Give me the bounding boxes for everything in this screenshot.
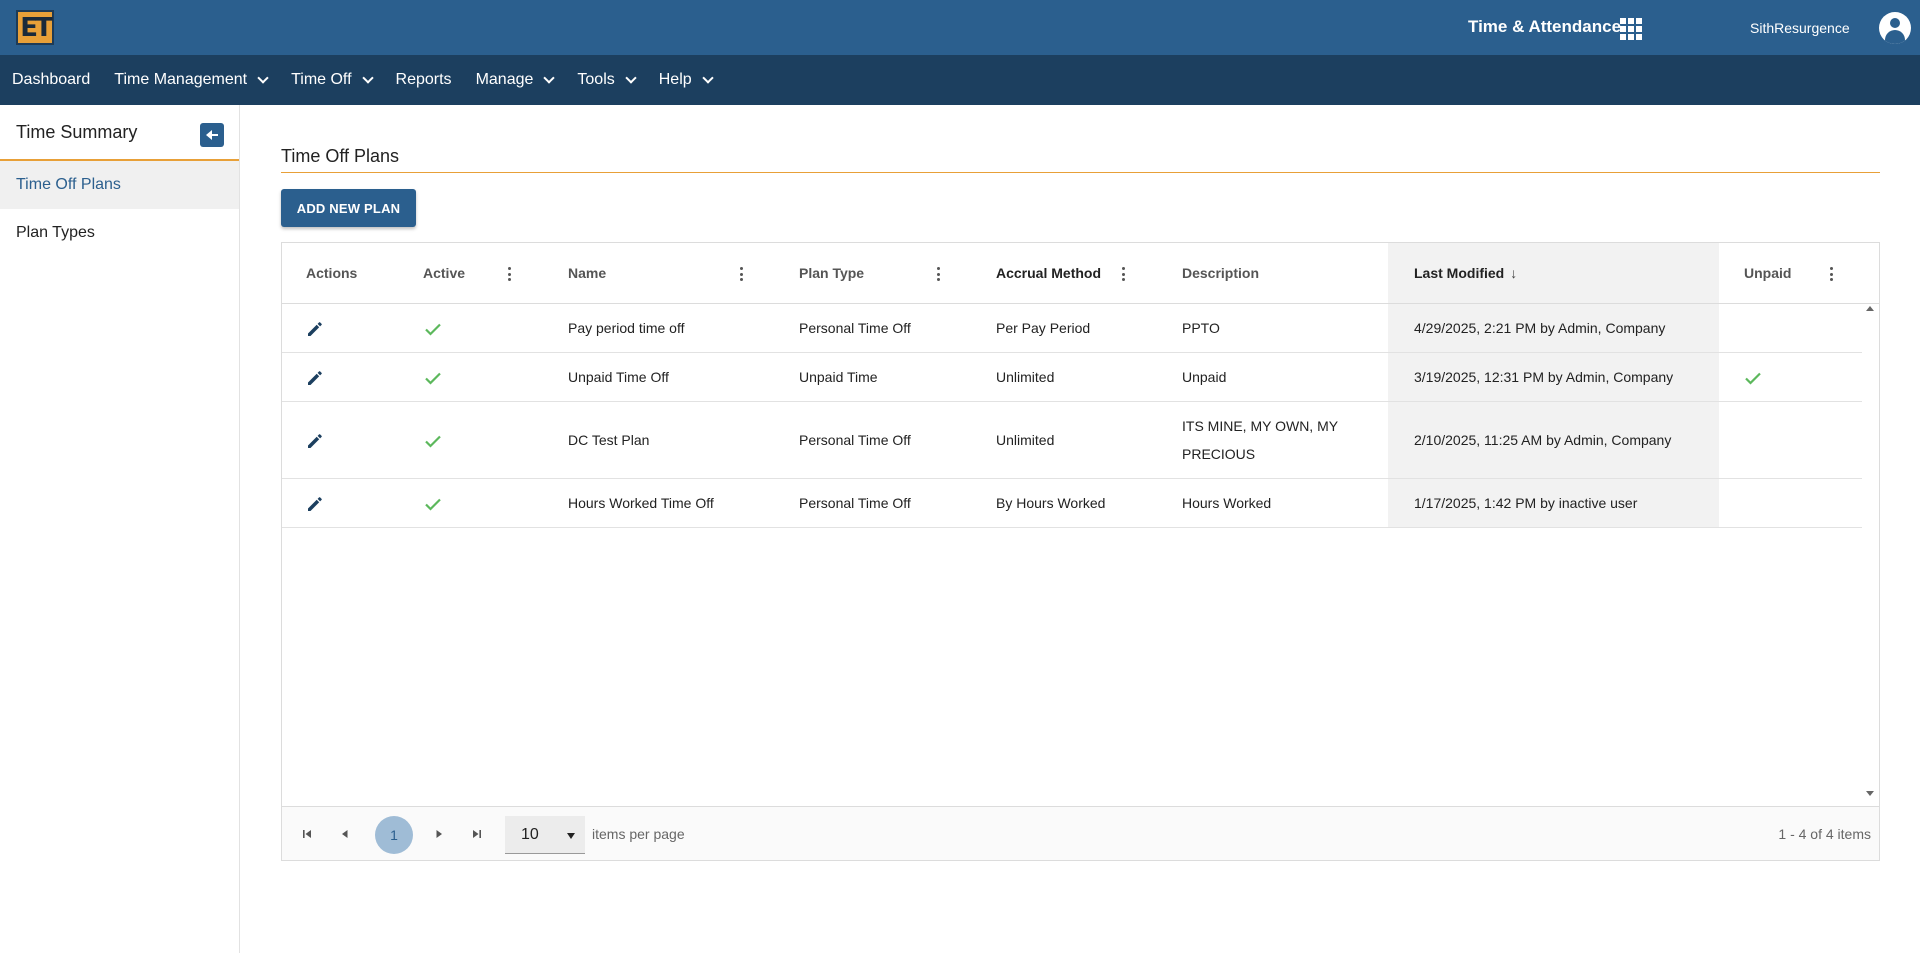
dropdown-caret-icon	[567, 833, 575, 839]
title-divider	[281, 172, 1880, 173]
cell-plan-type: Personal Time Off	[799, 432, 911, 448]
plans-grid: Actions Active Name Plan Type Accrual Me…	[281, 242, 1880, 861]
column-header-accrual-method[interactable]: Accrual Method	[996, 243, 1101, 303]
column-menu-unpaid-icon[interactable]	[1830, 267, 1834, 281]
cell-name: Unpaid Time Off	[568, 369, 669, 385]
sidebar-item-plan-types[interactable]: Plan Types	[0, 209, 239, 257]
active-check-icon	[423, 494, 443, 514]
username-label[interactable]: SithResurgence	[1750, 20, 1850, 36]
cell-accrual-method: Unlimited	[996, 432, 1055, 448]
cell-plan-type: Personal Time Off	[799, 320, 911, 336]
page-size-select[interactable]: 10	[505, 816, 585, 854]
active-check-icon	[423, 431, 443, 451]
nav-item-label: Dashboard	[12, 71, 91, 88]
nav-item-label: Time Management	[114, 71, 248, 88]
column-menu-plan-type-icon[interactable]	[937, 267, 941, 281]
cell-name: DC Test Plan	[568, 432, 650, 448]
cell-description: Unpaid	[1182, 369, 1227, 385]
scroll-down-icon[interactable]	[1866, 791, 1874, 796]
app-logo[interactable]: ET	[16, 10, 54, 45]
nav-item-tools[interactable]: Tools	[577, 71, 637, 89]
column-header-unpaid[interactable]: Unpaid	[1744, 243, 1791, 303]
cell-plan-type: Unpaid Time	[799, 369, 878, 385]
edit-pencil-icon[interactable]	[305, 368, 325, 388]
table-row: Unpaid Time Off Unpaid Time Unlimited Unpai…	[282, 353, 1862, 402]
cell-plan-type: Personal Time Off	[799, 495, 911, 511]
column-menu-active-icon[interactable]	[508, 267, 512, 281]
column-header-last-modified[interactable]: Last Modified ↓	[1414, 243, 1517, 303]
nav-item-label: Time Off	[291, 71, 352, 88]
cell-last-modified: 1/17/2025, 1:42 PM by inactive user	[1414, 495, 1638, 511]
column-menu-name-icon[interactable]	[740, 267, 744, 281]
nav-item-label: Tools	[577, 71, 615, 88]
edit-pencil-icon[interactable]	[305, 494, 325, 514]
column-menu-accrual-icon[interactable]	[1122, 267, 1126, 281]
pager-info: 1 - 4 of 4 items	[1778, 826, 1871, 842]
collapse-sidebar-button[interactable]	[200, 123, 224, 147]
add-new-plan-button[interactable]: ADD NEW PLAN	[281, 189, 416, 227]
cell-name: Pay period time off	[568, 320, 685, 336]
last-page-icon[interactable]	[470, 827, 484, 841]
cell-accrual-method: Per Pay Period	[996, 320, 1091, 336]
cell-name: Hours Worked Time Off	[568, 495, 714, 511]
page-size-value: 10	[521, 825, 539, 843]
chevron-down-icon	[361, 71, 374, 84]
cell-accrual-method: By Hours Worked	[996, 495, 1106, 511]
sidebar-title: Time Summary	[16, 121, 138, 142]
table-row: Hours Worked Time Off Personal Time Off By…	[282, 479, 1862, 528]
cell-last-modified: 3/19/2025, 12:31 PM by Admin, Company	[1414, 369, 1674, 385]
column-header-plan-type[interactable]: Plan Type	[799, 243, 864, 303]
page-title: Time Off Plans	[281, 146, 400, 166]
cell-description: ITS MINE, MY OWN, MY PRECIOUS	[1182, 418, 1338, 462]
scroll-up-icon[interactable]	[1866, 306, 1874, 311]
edit-pencil-icon[interactable]	[305, 431, 325, 451]
page-button-current[interactable]: 1	[375, 816, 413, 854]
table-row: DC Test Plan Personal Time Off Unlimited IT…	[282, 402, 1862, 479]
chevron-down-icon	[625, 71, 637, 84]
chevron-down-icon	[701, 71, 714, 84]
sidebar-item-time-off-plans[interactable]: Time Off Plans	[0, 161, 239, 209]
grid-apps-icon[interactable]	[1620, 18, 1642, 40]
column-header-name[interactable]: Name	[568, 243, 606, 303]
nav-item-time-management[interactable]: Time Management	[114, 71, 269, 89]
app-title: Time & Attendance	[1468, 17, 1622, 36]
nav-item-label: Reports	[395, 71, 452, 88]
last-modified-label: Last Modified	[1414, 265, 1505, 281]
next-page-icon[interactable]	[432, 827, 446, 841]
unpaid-check-icon	[1743, 368, 1763, 388]
previous-page-icon[interactable]	[338, 827, 352, 841]
sidebar-header: Time Summary	[0, 105, 239, 161]
first-page-icon[interactable]	[300, 827, 314, 841]
nav-item-label: Manage	[475, 71, 534, 88]
cell-last-modified: 4/29/2025, 2:21 PM by Admin, Company	[1414, 320, 1666, 336]
sort-descending-icon: ↓	[1510, 265, 1518, 281]
column-header-description[interactable]: Description	[1182, 243, 1259, 303]
table-row: Pay period time off Personal Time Off Per …	[282, 304, 1862, 353]
active-check-icon	[423, 368, 443, 388]
active-check-icon	[423, 319, 443, 339]
nav-item-time-off[interactable]: Time Off	[291, 71, 374, 89]
main-nav: Dashboard Time Management Time Off Reports M…	[0, 55, 1920, 105]
cell-accrual-method: Unlimited	[996, 369, 1055, 385]
nav-item-manage[interactable]: Manage	[475, 71, 556, 89]
logo-text: ET	[20, 12, 52, 43]
column-header-actions[interactable]: Actions	[306, 243, 357, 303]
nav-item-label: Help	[658, 71, 692, 88]
chevron-down-icon	[543, 71, 556, 84]
top-header: ET Time & Attendance SithResurgence	[0, 0, 1920, 55]
pager: 1 10 items per page 1 - 4 of 4 items	[282, 806, 1879, 860]
cell-description: Hours Worked	[1182, 495, 1272, 511]
nav-item-help[interactable]: Help	[658, 71, 714, 89]
edit-pencil-icon[interactable]	[305, 319, 325, 339]
sidebar: Time Summary Time Off Plans Plan Types	[0, 105, 240, 953]
page-size-label: items per page	[592, 826, 685, 842]
grid-header: Actions Active Name Plan Type Accrual Me…	[282, 243, 1879, 304]
cell-last-modified: 2/10/2025, 11:25 AM by Admin, Company	[1414, 432, 1672, 448]
nav-item-dashboard[interactable]: Dashboard	[12, 71, 90, 89]
cell-description: PPTO	[1182, 320, 1220, 336]
user-avatar-icon[interactable]	[1879, 12, 1911, 44]
nav-item-reports[interactable]: Reports	[396, 71, 452, 89]
chevron-down-icon	[257, 71, 269, 84]
column-header-active[interactable]: Active	[423, 243, 465, 303]
